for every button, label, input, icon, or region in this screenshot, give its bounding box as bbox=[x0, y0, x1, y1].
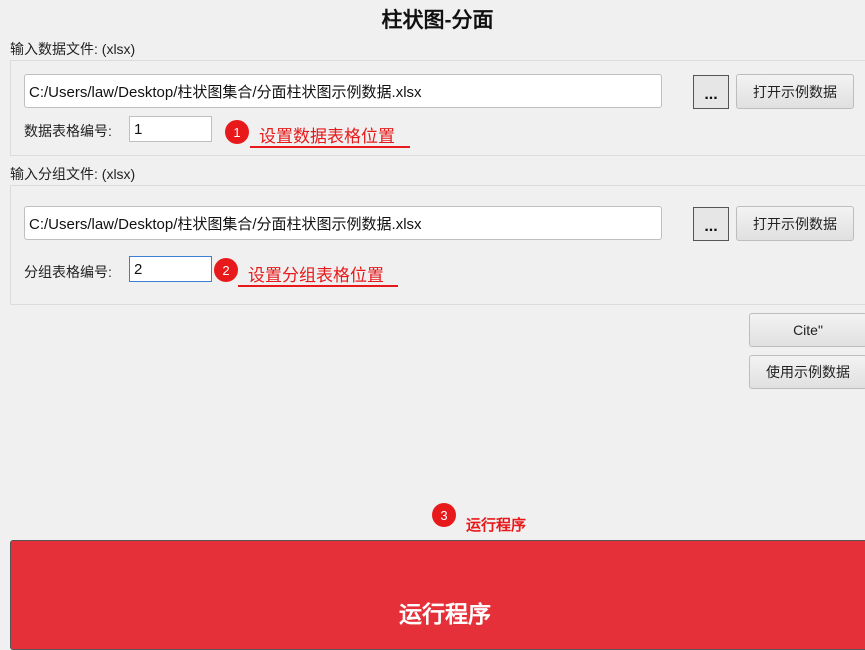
step2-annotation-text: 设置分组表格位置 bbox=[248, 266, 384, 285]
group-file-path-input[interactable] bbox=[24, 206, 662, 240]
step2-underline bbox=[238, 285, 398, 287]
group-file-open-sample-button[interactable]: 打开示例数据 bbox=[736, 206, 854, 241]
cite-button[interactable]: Cite" bbox=[749, 313, 865, 347]
group-sheet-label: 分组表格编号: bbox=[24, 264, 112, 280]
data-file-browse-button[interactable]: ... bbox=[693, 75, 729, 109]
step1-underline bbox=[250, 146, 410, 148]
page-title: 柱状图-分面 bbox=[381, 9, 494, 32]
group-file-section-label: 输入分组文件: (xlsx) bbox=[10, 166, 136, 182]
use-sample-data-button[interactable]: 使用示例数据 bbox=[749, 355, 865, 389]
step1-badge: 1 bbox=[225, 120, 249, 144]
group-sheet-input[interactable] bbox=[129, 256, 212, 282]
step1-annotation-text: 设置数据表格位置 bbox=[259, 127, 395, 146]
data-sheet-input[interactable] bbox=[129, 116, 212, 142]
data-file-open-sample-button[interactable]: 打开示例数据 bbox=[736, 74, 854, 109]
step2-badge: 2 bbox=[214, 258, 238, 282]
step3-badge: 3 bbox=[432, 503, 456, 527]
data-sheet-label: 数据表格编号: bbox=[24, 123, 112, 139]
group-file-browse-button[interactable]: ... bbox=[693, 207, 729, 241]
data-file-section-label: 输入数据文件: (xlsx) bbox=[10, 41, 136, 57]
data-file-panel: ... 打开示例数据 数据表格编号: bbox=[10, 60, 865, 156]
group-file-panel: ... 打开示例数据 分组表格编号: bbox=[10, 185, 865, 305]
data-file-path-input[interactable] bbox=[24, 74, 662, 108]
step3-annotation-text: 运行程序 bbox=[466, 517, 527, 534]
